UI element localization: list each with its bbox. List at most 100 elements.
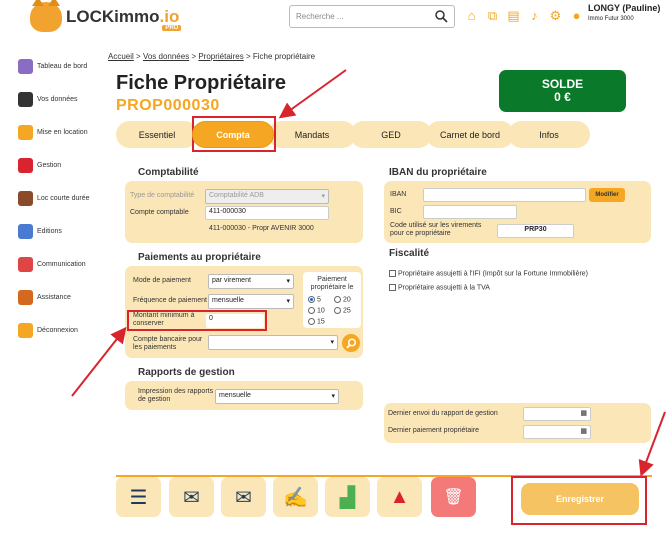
bank-account-select[interactable]: ▾ [208,335,338,350]
iban-label: IBAN [390,191,407,198]
email-button[interactable]: ✉ [169,477,214,517]
search-icon[interactable] [435,10,448,23]
person-icon [18,92,33,107]
checkbox-icon[interactable] [389,270,396,277]
logo-text: LOCKimmo [66,7,160,26]
tab-carnet-de-bord[interactable]: Carnet de bord [426,121,514,148]
transfer-code-input[interactable]: PRP30 [497,224,574,238]
payment-day-25[interactable]: 25 [334,307,351,314]
section-title-iban: IBAN du propriétaire [389,167,487,178]
breadcrumb-home-link[interactable]: Accueil [108,52,134,61]
breadcrumb-current: Fiche propriétaire [252,52,316,61]
edit-icon [18,224,33,239]
menu-button[interactable]: ☰ [116,477,161,517]
accounting-type-label: Type de comptabilité [130,192,195,199]
list-menu-icon: ☰ [129,486,148,509]
radio-icon[interactable] [308,318,315,325]
user-agency: Immo Futur 3000 [588,16,634,22]
owner-code: PROP000030 [116,97,220,114]
suitcase-icon [18,191,33,206]
sidebar-item-label: Mise en location [37,129,88,136]
minimum-amount-input[interactable]: 0 [206,314,264,328]
chevron-down-icon: ▾ [331,393,335,400]
tab-infos[interactable]: Infos [508,121,590,148]
user-icon[interactable]: ● [569,8,584,23]
rocket-icon: ▲ [389,485,410,508]
sidebar-item[interactable]: Communication [18,248,98,281]
report-print-value: mensuelle [219,392,251,399]
payment-day-20[interactable]: 20 [334,296,351,303]
sidebar-item[interactable]: Assistance [18,281,98,314]
calendar-icon[interactable]: ▦ [580,410,587,417]
logo[interactable]: LOCKimmo.io PRO [30,0,182,32]
logo-io: .io [159,7,180,26]
sidebar-item[interactable]: Mise en location [18,116,98,149]
bar-chart-icon: ▟ [339,486,356,509]
account-label: Compte comptable [130,209,189,216]
checkbox-icon[interactable] [389,284,396,291]
radio-icon[interactable] [334,296,341,303]
external-link-icon[interactable]: ⧉ [485,8,500,23]
ifi-checkbox[interactable]: Propriétaire assujetti à l'IFI (Impôt su… [389,270,588,277]
last-payment-date-input[interactable]: ▦ [523,425,591,439]
transfer-code-label: Code utilisé sur les virements pour ce p… [390,222,482,237]
chevron-down-icon: ▾ [286,278,290,285]
ifi-label: Propriétaire assujetti à l'IFI (Impôt su… [398,270,589,278]
report-print-select[interactable]: mensuelle ▾ [215,389,339,404]
tab-mandats[interactable]: Mandats [268,121,356,148]
search-input[interactable]: Recherche ... [289,5,455,28]
user-name: LONGY (Pauline) [588,3,661,13]
sidebar-item[interactable]: Gestion [18,149,98,182]
sidebar-item[interactable]: Déconnexion [18,314,98,347]
radio-icon[interactable] [308,307,315,314]
search-bank-button[interactable] [342,334,360,352]
bic-input[interactable] [423,205,517,219]
breadcrumb: Accueil > Vos données > Propriétaires > … [108,52,315,61]
bell-icon[interactable]: ♪ [527,8,542,23]
payment-mode-select[interactable]: par virement ▾ [208,274,294,289]
tab-compta[interactable]: Compta [192,121,274,148]
edit-letter-button[interactable]: ✍ [273,477,318,517]
balance-value: 0 € [554,90,571,104]
radio-icon[interactable] [308,296,315,303]
delete-button[interactable]: 🗑 [431,477,476,517]
sidebar-item-label: Tableau de bord [37,63,88,70]
letter-button[interactable]: ✉ [221,477,266,517]
iban-input[interactable] [423,188,586,202]
account-input[interactable]: 411-000030 [205,206,329,220]
radio-icon[interactable] [334,307,341,314]
chat-icon [18,257,33,272]
calendar-icon[interactable]: ▦ [580,428,587,435]
sidebar-item-label: Déconnexion [37,327,78,334]
payment-day-10[interactable]: 10 [308,307,325,314]
user-info[interactable]: LONGY (Pauline) Immo Futur 3000 [588,3,660,22]
save-button[interactable]: Enregistrer [521,483,639,515]
modify-iban-button[interactable]: Modifier [589,188,625,202]
tab-essentiel[interactable]: Essentiel [116,121,198,148]
payment-day-5[interactable]: 5 [308,296,321,303]
gear-icon[interactable]: ⚙ [548,8,563,23]
tva-checkbox[interactable]: Propriétaire assujetti à la TVA [389,284,490,291]
last-report-date-input[interactable]: ▦ [523,407,591,421]
breadcrumb-owners-link[interactable]: Propriétaires [198,52,243,61]
day-label: 5 [317,296,321,304]
payment-day-15[interactable]: 15 [308,318,325,325]
sidebar-item-label: Editions [37,228,62,235]
home-icon[interactable]: ⌂ [464,8,479,23]
stats-button[interactable]: ▟ [325,477,370,517]
tab-ged[interactable]: GED [350,121,432,148]
day-label: 25 [343,307,351,315]
page-title: Fiche Propriétaire [116,72,287,94]
document-icon[interactable]: ▤ [506,8,521,23]
accounting-type-select: Comptabilité ADB ▾ [205,189,329,204]
payment-frequency-select[interactable]: mensuelle ▾ [208,294,294,309]
sidebar-item[interactable]: Tableau de bord [18,50,98,83]
sidebar-item[interactable]: Editions [18,215,98,248]
last-report-label: Dernier envoi du rapport de gestion [388,410,498,417]
bic-label: BIC [390,208,402,215]
launch-button[interactable]: ▲ [377,477,422,517]
logout-icon [18,323,33,338]
breadcrumb-data-link[interactable]: Vos données [143,52,189,61]
sidebar-item[interactable]: Vos données [18,83,98,116]
sidebar-item[interactable]: Loc courte durée [18,182,98,215]
